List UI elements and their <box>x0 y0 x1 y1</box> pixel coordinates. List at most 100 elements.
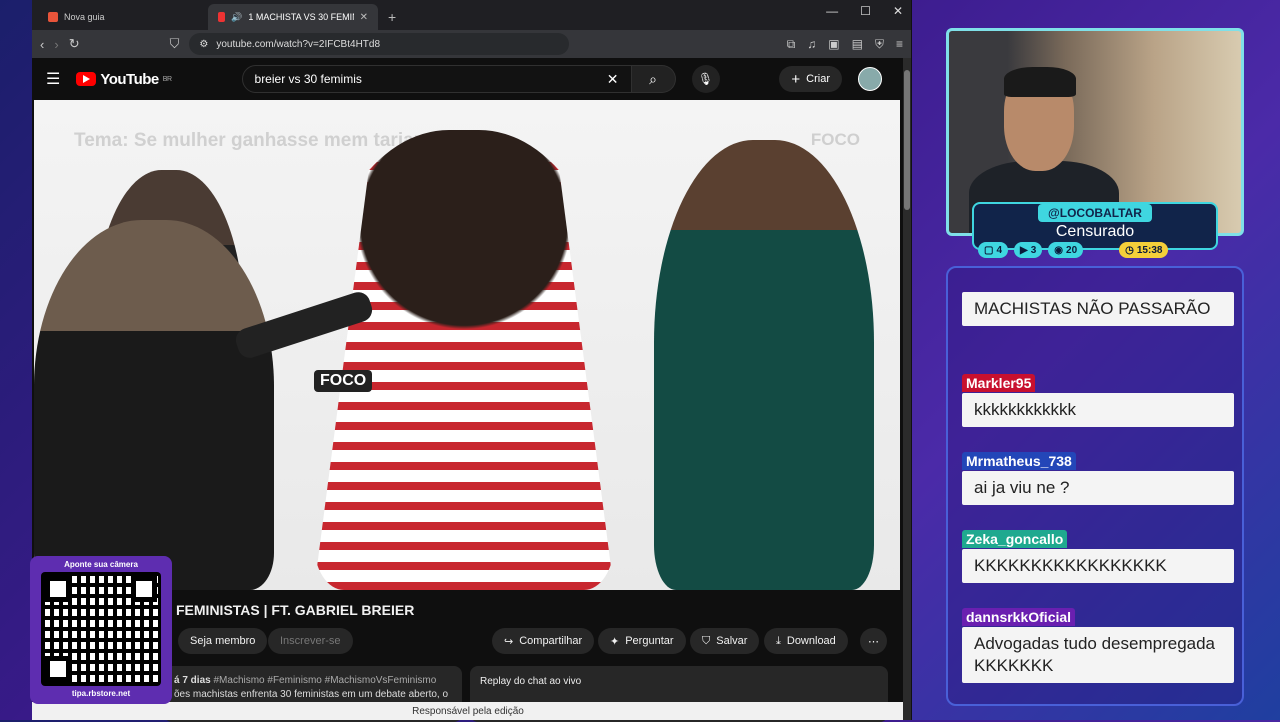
chat-user: Mrmatheus_738 <box>962 452 1076 470</box>
audio-icon: 🔊 <box>231 11 243 22</box>
download-label: Download <box>786 635 836 647</box>
desc-date: á 7 dias <box>174 675 211 686</box>
address-bar: ‹ › ↻ ⛉ ⚙ youtube.com/watch?v=2IFCBt4HTd… <box>32 30 911 58</box>
bookmark-icon[interactable]: ⛉ <box>170 36 180 52</box>
music-icon[interactable]: ♫ <box>807 37 816 52</box>
share-icon: ↪ <box>504 635 514 648</box>
yt-logo[interactable]: YouTube BR <box>76 70 172 88</box>
stat-viewers: ◉ 20 <box>1048 242 1084 258</box>
tab-bar: Nova guia 🔊 1 MACHISTA VS 30 FEMINISTAS … <box>32 0 911 30</box>
url-field[interactable]: ⚙ youtube.com/watch?v=2IFCBt4HTd8 <box>189 33 570 55</box>
voice-search-button[interactable]: 🎙 <box>691 65 720 93</box>
qr-caption-bottom: tipa.rbstore.net <box>71 689 131 698</box>
chat-user: Zeka_goncallo <box>962 530 1068 548</box>
minimize-icon[interactable]: — <box>826 4 838 18</box>
yt-region: BR <box>162 75 172 83</box>
tab-label: 1 MACHISTA VS 30 FEMINISTAS | F <box>248 12 353 22</box>
qr-corner <box>131 576 157 602</box>
chat-text: ai ja viu ne ? <box>962 471 1234 505</box>
search-input[interactable]: breier vs 30 femimis ✕ <box>241 65 632 93</box>
bookmark-save-icon: ⛉ <box>702 634 711 647</box>
close-window-icon[interactable]: ✕ <box>893 4 903 18</box>
search-value: breier vs 30 femimis <box>254 72 362 86</box>
viewers-icon: ◉ <box>1054 244 1064 256</box>
tab-nova-guia[interactable]: Nova guia <box>38 4 208 30</box>
member-button[interactable]: Seja membro <box>178 628 268 654</box>
stat-value: 20 <box>1066 244 1078 256</box>
chat-text: KKKKKKKKKKKKKKKKK <box>962 549 1234 583</box>
page-scrollbar[interactable] <box>903 58 911 720</box>
chat-message: Mrmatheus_738 ai ja viu ne ? <box>962 452 1234 505</box>
create-button[interactable]: + Criar <box>779 66 842 92</box>
maximize-icon[interactable]: ☐ <box>860 4 871 18</box>
mic-brand: FOCO <box>314 370 373 392</box>
desc-text: ões machistas enfrenta 30 feministas em … <box>174 689 449 700</box>
plus-icon: + <box>791 70 801 88</box>
close-tab-icon[interactable]: ✕ <box>360 12 368 23</box>
new-tab-button[interactable]: + <box>378 4 406 30</box>
stream-title: Censurado <box>1055 223 1135 240</box>
sparkle-icon: ✦ <box>610 635 620 648</box>
avatar[interactable] <box>858 67 882 91</box>
chat-user: Markler95 <box>962 374 1036 392</box>
back-icon[interactable]: ‹ <box>40 37 44 52</box>
qr-caption-top: Aponte sua câmera <box>64 560 138 569</box>
ask-button[interactable]: ✦ Perguntar <box>598 628 686 654</box>
video-overlay-title: Tema: Se mulher ganhasse mem tariam <box>74 130 431 151</box>
subscribe-button[interactable]: Inscrever-se <box>268 628 353 654</box>
chat-message: dannsrkkOficial Advogadas tudo desempreg… <box>962 608 1234 683</box>
video-person-center <box>314 130 614 590</box>
search-button[interactable]: ⌕ <box>631 65 676 93</box>
streamer-username: @LOCOBALTAR <box>1038 204 1152 222</box>
qr-code <box>41 572 161 686</box>
create-label: Criar <box>806 73 830 85</box>
tab-video[interactable]: 🔊 1 MACHISTA VS 30 FEMINISTAS | F ✕ <box>208 4 378 30</box>
chat-text: Advogadas tudo desempregada KKKKKKK <box>962 627 1234 683</box>
clear-search-icon[interactable]: ✕ <box>607 71 619 88</box>
desc-tags[interactable]: #Machismo #Feminismo #MachismoVsFeminism… <box>213 675 436 686</box>
sidebar-icon[interactable]: ▣ <box>828 37 839 52</box>
wallet-icon[interactable]: ▤ <box>852 37 863 52</box>
shield-icon[interactable]: ⛨ <box>875 37 884 52</box>
site-info-icon[interactable]: ⚙ <box>199 39 208 50</box>
stat-chat: ▢ 4 <box>978 242 1009 258</box>
stat-value: 3 <box>1030 244 1037 256</box>
reload-icon[interactable]: ↻ <box>69 36 80 52</box>
chat-message: Zeka_goncallo KKKKKKKKKKKKKKKKK <box>962 530 1234 583</box>
more-button[interactable]: ⋯ <box>860 628 887 654</box>
extensions-icon[interactable]: ⧉ <box>787 37 796 52</box>
clock-icon: ◷ <box>1125 244 1134 256</box>
stat-time: ◷ 15:38 <box>1119 242 1169 258</box>
video-player[interactable]: Tema: Se mulher ganhasse mem tariam FOCO… <box>34 100 900 590</box>
chat-message: Markler95 kkkkkkkkkkkk <box>962 374 1234 427</box>
yt-play-icon <box>76 72 97 86</box>
scrollbar-thumb[interactable] <box>904 70 910 210</box>
chat-text: MACHISTAS NÃO PASSARÃO <box>962 292 1234 326</box>
yt-logo-text: YouTube <box>100 70 159 88</box>
download-icon: ⤓ <box>776 634 781 647</box>
video-person-right <box>654 140 874 590</box>
qr-corner <box>45 576 71 602</box>
menu-icon[interactable]: ≡ <box>896 37 903 52</box>
stat-video: ▶ 3 <box>1014 242 1043 258</box>
youtube-icon <box>218 12 226 22</box>
hamburger-icon[interactable]: ☰ <box>46 69 60 89</box>
toolbar-icons: ⧉ ♫ ▣ ▤ ⛨ ≡ <box>787 37 903 52</box>
mic-icon: 🎙 <box>697 72 714 86</box>
url-text: youtube.com/watch?v=2IFCBt4HTd8 <box>216 38 381 50</box>
share-button[interactable]: ↪ Compartilhar <box>492 628 595 654</box>
share-label: Compartilhar <box>519 635 583 647</box>
ask-label: Perguntar <box>625 635 674 647</box>
qr-widget: Aponte sua câmera tipa.rbstore.net <box>30 556 172 704</box>
chat-icon: ▢ <box>984 244 994 256</box>
stat-value: 15:38 <box>1136 244 1163 256</box>
forward-icon[interactable]: › <box>54 37 58 52</box>
brave-icon <box>48 12 58 22</box>
download-button[interactable]: ⤓ Download <box>764 628 848 654</box>
chat-overlay: MACHISTAS NÃO PASSARÃO Markler95 kkkkkkk… <box>946 266 1244 706</box>
save-button[interactable]: ⛉ Salvar <box>690 628 760 654</box>
yt-header: ☰ YouTube BR breier vs 30 femimis ✕ ⌕ 🎙 … <box>32 58 904 100</box>
chat-message: MACHISTAS NÃO PASSARÃO <box>962 292 1234 326</box>
video-icon: ▶ <box>1020 244 1028 256</box>
video-person-foreground <box>34 220 274 590</box>
